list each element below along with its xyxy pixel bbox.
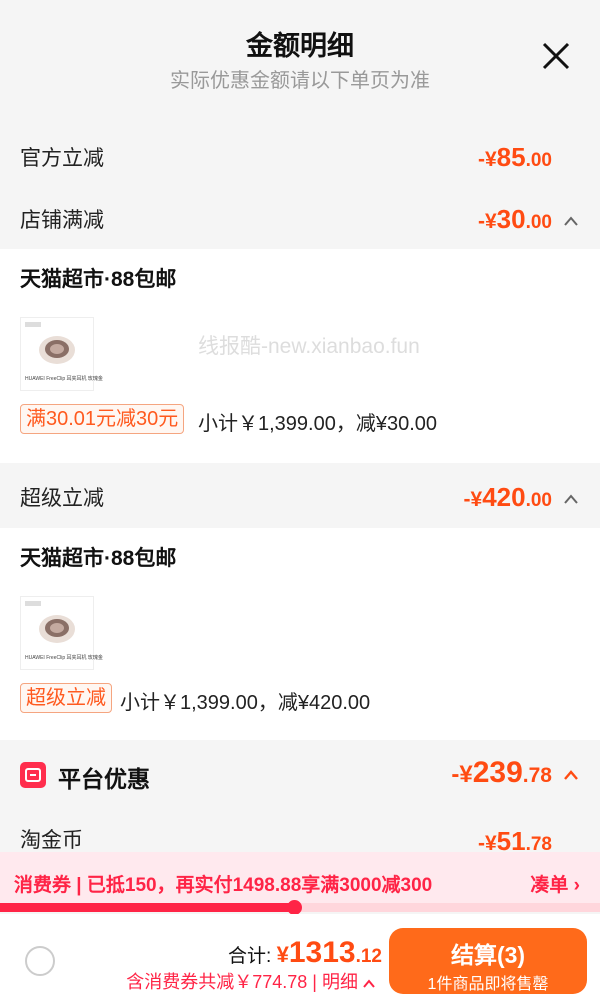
subtotal-text: 小计￥1,399.00，减¥30.00 <box>198 413 438 435</box>
amount-symbol: -¥ <box>463 488 483 511</box>
taojinbi-label: 淘金币 <box>20 829 83 852</box>
coupon-progress-text: 消费券 | 已抵150，再实付1498.88享满3000减300 <box>14 875 433 896</box>
chevron-up-icon[interactable] <box>564 494 578 504</box>
chevron-up-icon[interactable] <box>564 216 578 226</box>
saved-amount-detail[interactable]: 含消费券共减￥774.78 | 明细 <box>126 968 375 994</box>
super-discount-row[interactable]: 超级立减 -¥420.00 <box>0 470 600 526</box>
promo-tag: 满30.01元减30元 <box>20 404 185 434</box>
earbuds-case-icon <box>39 336 75 364</box>
amount-symbol: -¥ <box>451 761 473 788</box>
platform-discount-section[interactable]: 平台优惠 -¥239.78 淘金币 -¥51.78 <box>0 740 600 856</box>
select-all-radio[interactable] <box>25 946 55 976</box>
amount-symbol: -¥ <box>477 210 497 233</box>
total-decimal: .12 <box>355 946 382 967</box>
amount-decimal: .00 <box>525 150 552 171</box>
coupon-progress-thumb <box>287 900 302 915</box>
amount-decimal: .00 <box>525 212 552 233</box>
coupon-icon <box>20 762 46 788</box>
total-integer: 1313 <box>288 936 356 969</box>
earbuds-case-icon <box>39 615 75 643</box>
sheet-header: 金额明细 实际优惠金额请以下单页为准 <box>0 0 600 110</box>
amount-integer: 85 <box>496 142 526 172</box>
platform-discount-amount: -¥239.78 <box>451 756 552 790</box>
amount-decimal: .00 <box>525 490 552 511</box>
checkout-footer: 合计: ¥1313.12 含消费券共减￥774.78 | 明细 结算(3) 1件… <box>0 914 600 1008</box>
shop-name: 天猫超市·88包邮 <box>20 268 177 291</box>
product-brand-text: HUAWEI FreeClip 耳夹耳机 玫瑰金 <box>25 655 103 661</box>
checkout-label: 结算(3) <box>450 942 526 968</box>
close-icon[interactable] <box>538 38 574 74</box>
amount-integer: 420 <box>482 482 526 512</box>
brand-mark-icon <box>25 601 41 606</box>
chevron-up-icon <box>363 979 375 988</box>
coupon-progress-track <box>0 900 600 915</box>
coupon-progress-bar: 消费券 | 已抵150，再实付1498.88享满3000减300 凑单 › <box>0 852 600 910</box>
super-discount-label: 超级立减 <box>20 487 104 510</box>
official-discount-amount: -¥85.00 <box>478 142 552 173</box>
coupon-progress-fill <box>0 903 294 912</box>
amount-detail-sheet: 金额明细 实际优惠金额请以下单页为准 官方立减 -¥85.00 店铺满减 -¥3… <box>0 0 600 1008</box>
add-items-link[interactable]: 凑单 › <box>530 870 580 897</box>
product-thumbnail[interactable]: HUAWEI FreeClip 耳夹耳机 玫瑰金 <box>20 317 103 391</box>
checkout-button[interactable]: 结算(3) 1件商品即将售罄 <box>389 928 587 994</box>
promo-tag: 超级立减 <box>20 683 112 713</box>
amount-integer: 239 <box>472 756 523 789</box>
amount-decimal: .78 <box>522 764 552 787</box>
store-discount-label: 店铺满减 <box>20 209 104 232</box>
platform-discount-label: 平台优惠 <box>58 766 150 792</box>
total-currency: ¥ <box>276 942 289 967</box>
chevron-up-icon[interactable] <box>564 770 578 780</box>
store-discount-amount: -¥30.00 <box>478 204 552 235</box>
amount-integer: 30 <box>496 204 526 234</box>
official-discount-label: 官方立减 <box>20 147 104 170</box>
official-discount-row: 官方立减 -¥85.00 <box>0 130 600 186</box>
brand-mark-icon <box>25 322 41 327</box>
store-discount-row[interactable]: 店铺满减 -¥30.00 <box>0 192 600 248</box>
total-label: 合计: <box>228 946 277 967</box>
amount-symbol: -¥ <box>477 148 497 171</box>
sheet-subtitle: 实际优惠金额请以下单页为准 <box>170 70 430 92</box>
subtotal-text: 小计￥1,399.00，减¥420.00 <box>120 692 371 714</box>
super-discount-panel: 天猫超市·88包邮 HUAWEI FreeClip 耳夹耳机 玫瑰金 超级立减 … <box>0 528 600 740</box>
product-thumbnail[interactable]: HUAWEI FreeClip 耳夹耳机 玫瑰金 <box>20 596 103 670</box>
sheet-title: 金额明细 <box>246 31 354 61</box>
total-price: 合计: ¥1313.12 <box>228 936 382 970</box>
super-discount-amount: -¥420.00 <box>464 482 553 513</box>
watermark-text: 线报酷-new.xianbao.fun <box>198 335 420 358</box>
shop-name: 天猫超市·88包邮 <box>20 547 177 570</box>
checkout-sublabel: 1件商品即将售罄 <box>427 976 549 993</box>
product-brand-text: HUAWEI FreeClip 耳夹耳机 玫瑰金 <box>25 376 103 382</box>
saved-amount-text: 含消费券共减￥774.78 | 明细 <box>126 972 358 992</box>
